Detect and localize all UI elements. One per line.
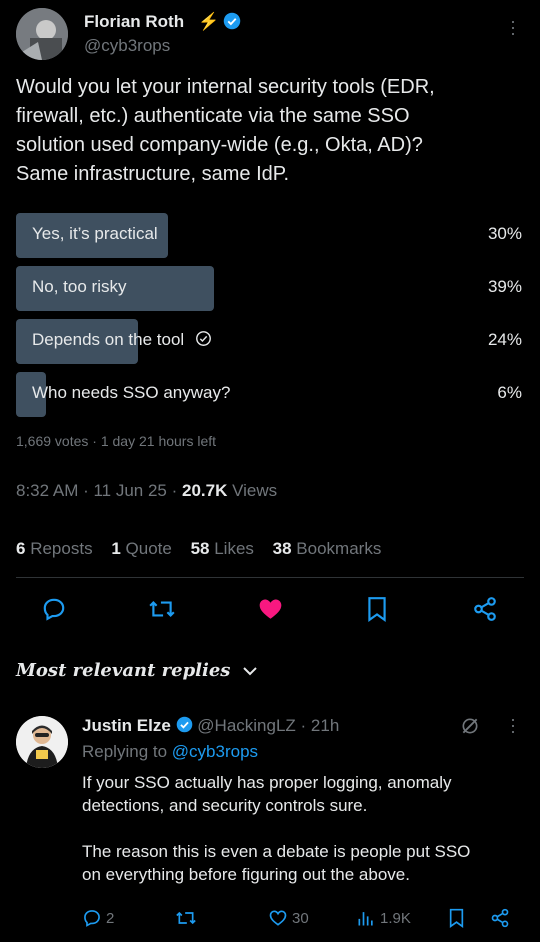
tweet-text: Would you let your internal security too…: [16, 73, 526, 189]
tweet-text-line: solution used company-wide (e.g., Okta, …: [16, 134, 423, 156]
reply-comment-count: 2: [106, 909, 115, 927]
reply-text-line: detections, and security controls sure.: [82, 796, 368, 815]
replying-to: Replying to @cyb3rops: [82, 742, 258, 762]
heart-icon: [259, 599, 281, 619]
bookmarks-stat[interactable]: 38 Bookmarks: [273, 539, 382, 558]
tweet-text-line: Would you let your internal security too…: [16, 76, 435, 98]
reply-author-name[interactable]: Justin Elze: [82, 716, 171, 735]
poll-option: No, too risky 39%: [16, 266, 522, 311]
author-avatar[interactable]: [16, 8, 68, 60]
views-chart-icon: [358, 912, 373, 926]
bookmark-button[interactable]: [360, 592, 394, 626]
replies-header: Most relevant replies: [16, 660, 231, 681]
reply-more-options-icon[interactable]: · · ·: [510, 710, 516, 740]
poll-option-label: Yes, it’s practical: [32, 224, 158, 243]
poll-option-percent: 6%: [497, 383, 522, 402]
comment-icon: [43, 598, 65, 621]
poll-option-text: Depends on the tool: [32, 330, 185, 349]
poll-option-percent: 24%: [487, 330, 522, 349]
poll-option-selected: Depends on the tool 24%: [16, 319, 522, 364]
bookmarks-count: 38: [272, 539, 292, 558]
like-button[interactable]: [253, 592, 287, 626]
reply-text-line: on everything before figuring out the ab…: [82, 865, 410, 884]
reposts-label: Reposts: [30, 539, 93, 558]
reply-views-count: 1.9K: [380, 909, 411, 927]
reply-button[interactable]: [37, 592, 71, 626]
reply-text-line: If your SSO actually has proper logging,…: [82, 773, 452, 792]
quotes-count: 1: [111, 539, 121, 558]
bookmark-icon: [368, 597, 386, 622]
quotes-stat[interactable]: 1 Quote: [111, 539, 172, 558]
reply-comment-button[interactable]: 2: [82, 908, 114, 928]
poll-time-left: 1 day 21 hours left: [100, 433, 217, 449]
share-icon: [491, 908, 509, 928]
reply-header: Justin Elze @HackingLZ · 21h: [82, 716, 339, 736]
likes-stat[interactable]: 58 Likes: [191, 539, 254, 558]
bookmarks-label: Bookmarks: [296, 539, 382, 558]
poll-option-percent: 30%: [487, 224, 522, 243]
poll-meta: 1,669 votes · 1 day 21 hours left: [16, 433, 217, 449]
author-name[interactable]: Florian Roth: [84, 12, 184, 32]
replying-prefix: Replying to: [82, 742, 168, 761]
reply-author-handle[interactable]: @HackingLZ: [197, 716, 296, 735]
reply-text-line: The reason this is even a debate is peop…: [82, 842, 471, 861]
repost-icon: [149, 601, 175, 617]
poll-option: Yes, it’s practical 30%: [16, 213, 522, 258]
likes-count: 58: [190, 539, 210, 558]
repost-button[interactable]: [145, 592, 179, 626]
reply-like-count: 30: [292, 909, 309, 927]
poll-option: Who needs SSO anyway? 6%: [16, 372, 522, 417]
poll-votes: 1,669 votes: [16, 433, 89, 449]
tweet-timestamp-row: 8:32 AM · 11 Jun 25 · 20.7K Views: [16, 481, 278, 500]
views-count: 20.7K: [182, 481, 228, 500]
chevron-down-icon: [243, 667, 257, 676]
likes-label: Likes: [214, 539, 254, 558]
reply-share-button[interactable]: [490, 908, 510, 928]
reply-repost-button[interactable]: [175, 908, 197, 928]
comment-icon: [84, 910, 100, 927]
reposts-stat[interactable]: 6 Reposts: [16, 539, 93, 558]
divider: [16, 577, 524, 578]
repost-icon: [176, 911, 196, 925]
share-icon: [474, 597, 496, 621]
grok-icon[interactable]: [460, 716, 480, 741]
author-handle[interactable]: @cyb3rops: [84, 36, 170, 56]
poll-option-label: No, too risky: [32, 277, 127, 296]
tweet-stats: 6 Reposts 1 Quote 58 Likes 38 Bookmarks: [16, 539, 381, 559]
tweet-text-line: firewall, etc.) authenticate via the sam…: [16, 105, 410, 127]
reposts-count: 6: [16, 539, 26, 558]
poll-option-label: Depends on the tool: [32, 330, 212, 350]
tweet-text-line: Same infrastructure, same IdP.: [16, 163, 290, 185]
verified-badge-icon: [223, 12, 241, 35]
reply-text: If your SSO actually has proper logging,…: [82, 771, 522, 886]
more-options-icon[interactable]: · · ·: [510, 12, 516, 42]
bookmark-icon: [449, 908, 464, 928]
replying-to-handle[interactable]: @cyb3rops: [172, 742, 258, 761]
check-circle-icon: [195, 331, 211, 346]
reply-bookmark-button[interactable]: [448, 908, 465, 928]
quotes-label: Quote: [125, 539, 172, 558]
reply-time[interactable]: · 21h: [301, 716, 340, 735]
reply-author-avatar[interactable]: [16, 716, 68, 768]
heart-outline-icon: [269, 910, 287, 926]
poll-option-percent: 39%: [487, 277, 522, 296]
share-button[interactable]: [468, 592, 502, 626]
replies-sort-dropdown[interactable]: Most relevant replies: [16, 660, 257, 681]
verified-badge-icon: [176, 716, 192, 733]
reply-like-button[interactable]: 30: [268, 908, 309, 928]
lightning-icon: ⚡: [198, 12, 220, 31]
views-label: Views: [232, 481, 278, 500]
tweet-timestamp[interactable]: 8:32 AM · 11 Jun 25: [16, 481, 167, 500]
poll-option-label: Who needs SSO anyway?: [32, 383, 231, 402]
reply-views-button[interactable]: 1.9K: [356, 908, 411, 928]
